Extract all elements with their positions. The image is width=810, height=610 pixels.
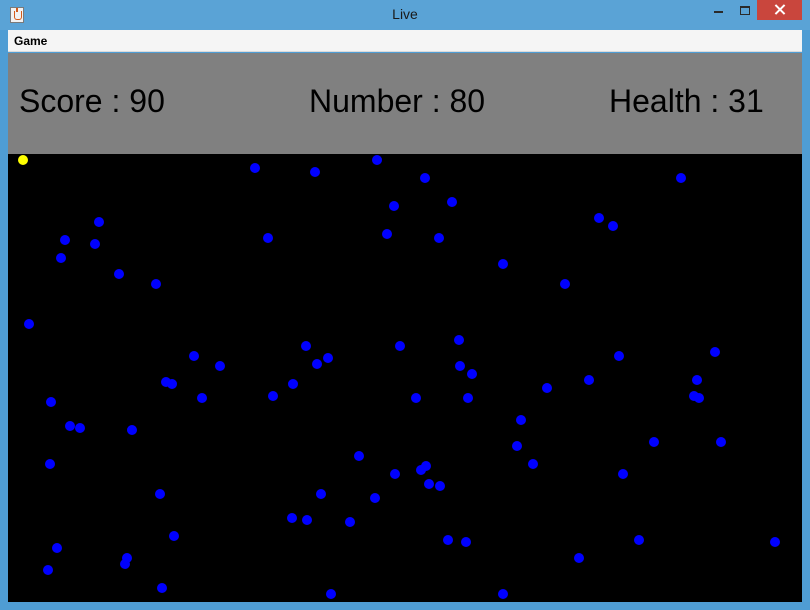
enemy-dot	[65, 421, 75, 431]
enemy-dot	[512, 441, 522, 451]
enemy-dot	[694, 393, 704, 403]
enemy-dot	[312, 359, 322, 369]
enemy-dot	[60, 235, 70, 245]
enemy-dot	[416, 465, 426, 475]
enemy-dot	[574, 553, 584, 563]
enemy-dot	[614, 351, 624, 361]
enemy-dot	[676, 173, 686, 183]
menu-bar: Game	[8, 30, 802, 52]
enemy-dot	[498, 589, 508, 599]
enemy-dot	[467, 369, 477, 379]
enemy-dot	[120, 559, 130, 569]
window-title: Live	[392, 6, 418, 22]
player-dot	[18, 155, 28, 165]
enemy-dot	[716, 437, 726, 447]
enemy-dot	[420, 173, 430, 183]
enemy-dot	[411, 393, 421, 403]
minimize-button[interactable]	[705, 0, 731, 20]
enemy-dot	[498, 259, 508, 269]
enemy-dot	[354, 451, 364, 461]
maximize-button[interactable]	[731, 0, 757, 20]
enemy-dot	[649, 437, 659, 447]
enemy-dot	[618, 469, 628, 479]
enemy-dot	[316, 489, 326, 499]
number-label: Number : 80	[309, 83, 486, 119]
enemy-dot	[263, 233, 273, 243]
enemy-dot	[608, 221, 618, 231]
enemy-dot	[323, 353, 333, 363]
enemy-dot	[560, 279, 570, 289]
enemy-dot	[268, 391, 278, 401]
enemy-dot	[197, 393, 207, 403]
enemy-dot	[395, 341, 405, 351]
enemy-dot	[594, 213, 604, 223]
enemy-dot	[455, 361, 465, 371]
close-button[interactable]	[757, 0, 802, 20]
enemy-dot	[584, 375, 594, 385]
game-field[interactable]	[8, 154, 802, 602]
enemy-dot	[46, 397, 56, 407]
enemy-dot	[435, 481, 445, 491]
title-bar[interactable]: Live	[0, 0, 810, 30]
enemy-dot	[90, 239, 100, 249]
hud-panel: Score : 90 Number : 80 Health : 31	[8, 53, 802, 154]
enemy-dot	[189, 351, 199, 361]
enemy-dot	[461, 537, 471, 547]
enemy-dot	[389, 201, 399, 211]
enemy-dot	[542, 383, 552, 393]
enemy-dot	[692, 375, 702, 385]
enemy-dot	[56, 253, 66, 263]
enemy-dot	[326, 589, 336, 599]
enemy-dot	[370, 493, 380, 503]
enemy-dot	[250, 163, 260, 173]
enemy-dot	[45, 459, 55, 469]
enemy-dot	[94, 217, 104, 227]
enemy-dot	[434, 233, 444, 243]
application-window: Live Game Score : 90 Number : 80 Health …	[0, 0, 810, 610]
enemy-dot	[345, 517, 355, 527]
enemy-dot	[516, 415, 526, 425]
enemy-dot	[114, 269, 124, 279]
enemy-dot	[302, 515, 312, 525]
enemy-dot	[155, 489, 165, 499]
enemy-dot	[447, 197, 457, 207]
enemy-dot	[288, 379, 298, 389]
enemy-dot	[390, 469, 400, 479]
enemy-dot	[301, 341, 311, 351]
health-label: Health : 31	[609, 83, 764, 119]
enemy-dot	[127, 425, 137, 435]
enemy-dot	[382, 229, 392, 239]
enemy-dot	[310, 167, 320, 177]
enemy-dot	[528, 459, 538, 469]
enemy-dot	[169, 531, 179, 541]
enemy-dot	[75, 423, 85, 433]
enemy-dot	[52, 543, 62, 553]
enemy-dot	[443, 535, 453, 545]
enemy-dot	[24, 319, 34, 329]
enemy-dot	[634, 535, 644, 545]
enemy-dot	[43, 565, 53, 575]
enemy-dot	[372, 155, 382, 165]
enemy-dot	[287, 513, 297, 523]
enemy-dot	[167, 379, 177, 389]
enemy-dot	[151, 279, 161, 289]
enemy-dot	[157, 583, 167, 593]
score-label: Score : 90	[19, 83, 165, 119]
enemy-dot	[463, 393, 473, 403]
enemy-dot	[424, 479, 434, 489]
enemy-dot	[710, 347, 720, 357]
menu-game[interactable]: Game	[14, 34, 47, 48]
enemy-dot	[215, 361, 225, 371]
enemy-dot	[770, 537, 780, 547]
enemy-dot	[454, 335, 464, 345]
